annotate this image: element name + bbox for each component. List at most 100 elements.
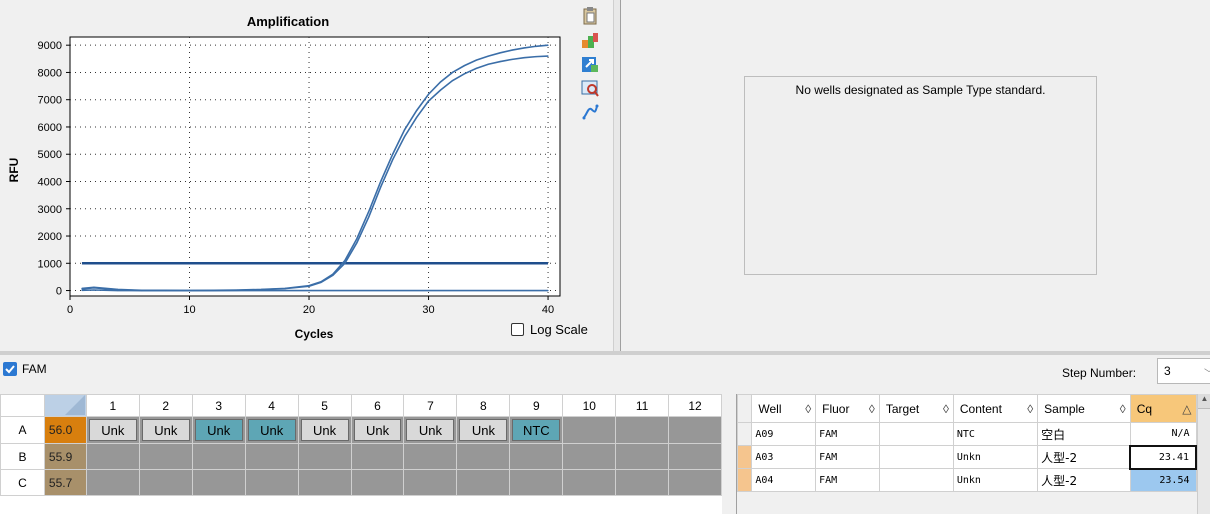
plate-well[interactable] — [403, 469, 458, 496]
plate-well[interactable]: Unk — [244, 416, 299, 444]
fam-checkbox[interactable] — [3, 362, 17, 376]
cell-target — [878, 468, 954, 492]
x-tick-label: 40 — [542, 304, 554, 316]
chart-settings-icon[interactable] — [580, 30, 600, 50]
row-selector[interactable] — [736, 445, 753, 469]
plate-well[interactable] — [615, 416, 670, 444]
cell-cq[interactable]: 23.54 — [1129, 468, 1197, 492]
results-scrollbar[interactable]: ▲ — [1197, 394, 1210, 514]
table-row[interactable]: A04 FAM Unkn 人型-2 23.54 — [736, 468, 1197, 492]
column-header-9[interactable]: 9 — [509, 394, 564, 417]
export-icon[interactable] — [580, 54, 600, 74]
column-header-4[interactable]: 4 — [244, 394, 299, 417]
plate-well[interactable]: Unk — [191, 416, 246, 444]
plate-well[interactable] — [244, 469, 299, 496]
row-header-C[interactable]: C — [0, 469, 45, 496]
column-header-5[interactable]: 5 — [297, 394, 352, 417]
clipboard-icon[interactable] — [580, 6, 600, 26]
plate-well[interactable]: NTC — [509, 416, 564, 444]
plate-well[interactable]: Unk — [138, 416, 193, 444]
data-point — [427, 100, 430, 102]
plate-well[interactable] — [85, 443, 140, 470]
plate-well[interactable]: Unk — [456, 416, 511, 444]
data-point — [356, 242, 358, 244]
table-row[interactable]: A03 FAM Unkn 人型-2 23.41 — [736, 444, 1197, 470]
data-point — [356, 238, 358, 240]
plate-well[interactable] — [562, 469, 617, 496]
plate-well[interactable]: Unk — [85, 416, 140, 444]
plate-well[interactable] — [668, 443, 722, 470]
row-selector[interactable] — [736, 468, 753, 492]
column-header-well[interactable]: Well ◊ — [751, 394, 817, 423]
scroll-up-icon[interactable]: ▲ — [1198, 394, 1210, 409]
plate-well[interactable] — [403, 443, 458, 470]
plate-well[interactable] — [562, 416, 617, 444]
plate-well[interactable] — [456, 443, 511, 470]
plate-well[interactable] — [350, 469, 405, 496]
data-point — [93, 289, 95, 291]
plate-row: B 55.9 — [0, 443, 722, 470]
plate-well[interactable] — [350, 443, 405, 470]
column-header-cq[interactable]: Cq △ — [1129, 394, 1197, 423]
plate-well[interactable] — [509, 469, 564, 496]
column-header-sample[interactable]: Sample ◊ — [1037, 394, 1131, 423]
column-header-content[interactable]: Content ◊ — [952, 394, 1039, 423]
data-point — [380, 180, 382, 183]
log-scale-checkbox[interactable] — [511, 323, 524, 336]
plate-well[interactable] — [191, 469, 246, 496]
step-number-select[interactable]: 3 ﹀ — [1157, 358, 1210, 384]
plate-well[interactable] — [668, 469, 722, 496]
plate-well[interactable] — [509, 443, 564, 470]
plate-well[interactable] — [615, 469, 670, 496]
plate-well[interactable] — [85, 469, 140, 496]
cell-cq[interactable]: 23.41 — [1129, 444, 1197, 470]
plate-select-all[interactable] — [43, 394, 87, 417]
plate-well[interactable]: Unk — [350, 416, 405, 444]
row-header-corner — [0, 394, 45, 417]
plate-well[interactable] — [562, 443, 617, 470]
data-point — [535, 45, 537, 47]
row-header-A[interactable]: A — [0, 416, 45, 444]
table-row[interactable]: A09 FAM NTC 空白 N/A — [736, 422, 1197, 446]
data-point — [308, 289, 310, 292]
y-tick-label: 8000 — [38, 67, 62, 79]
data-point — [284, 288, 286, 290]
plate-well[interactable]: Unk — [297, 416, 352, 444]
cell-cq[interactable]: N/A — [1129, 422, 1197, 446]
horizontal-splitter[interactable] — [0, 351, 1210, 355]
column-header-7[interactable]: 7 — [403, 394, 458, 417]
data-point — [404, 129, 406, 131]
plate-well[interactable] — [138, 469, 193, 496]
plate-well[interactable] — [297, 443, 352, 470]
y-axis-label: RFU — [7, 158, 21, 183]
log-scale-toggle[interactable]: Log Scale — [511, 322, 588, 337]
column-header-11[interactable]: 11 — [615, 394, 670, 417]
column-header-fluor[interactable]: Fluor ◊ — [815, 394, 880, 423]
plate-well[interactable] — [456, 469, 511, 496]
column-header-target[interactable]: Target ◊ — [878, 394, 954, 423]
plate-well[interactable] — [668, 416, 722, 444]
data-point — [117, 289, 119, 292]
plate-well[interactable] — [191, 443, 246, 470]
column-header-8[interactable]: 8 — [456, 394, 511, 417]
data-point — [141, 289, 143, 292]
x-tick-label: 20 — [303, 304, 315, 316]
plate-well[interactable]: Unk — [403, 416, 458, 444]
zoom-icon[interactable] — [580, 78, 600, 98]
curve-icon[interactable] — [580, 102, 600, 122]
column-header-12[interactable]: 12 — [668, 394, 722, 417]
cell-fluor: FAM — [815, 468, 880, 492]
row-selector[interactable] — [736, 422, 753, 446]
plate-well[interactable] — [138, 443, 193, 470]
plate-well[interactable] — [244, 443, 299, 470]
column-header-2[interactable]: 2 — [138, 394, 193, 417]
column-header-1[interactable]: 1 — [85, 394, 140, 417]
column-header-6[interactable]: 6 — [350, 394, 405, 417]
amplification-chart: Amplification RFU Cycles 0 1000 2000 3000 40… — [7, 14, 561, 341]
row-header-B[interactable]: B — [0, 443, 45, 470]
column-header-3[interactable]: 3 — [191, 394, 246, 417]
column-header-10[interactable]: 10 — [562, 394, 617, 417]
plate-well[interactable] — [297, 469, 352, 496]
plate-well[interactable] — [615, 443, 670, 470]
amplification-curve — [81, 289, 549, 292]
